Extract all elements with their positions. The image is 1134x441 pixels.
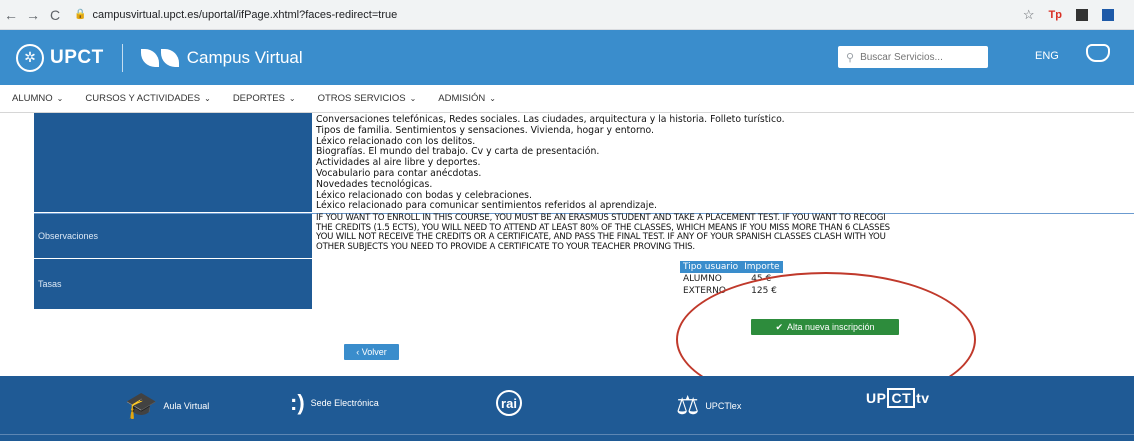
menu-item-cursos[interactable]: CURSOS Y ACTIVIDADES ⌄: [85, 93, 210, 104]
search-box[interactable]: ⚲: [838, 46, 988, 68]
app-title[interactable]: Campus Virtual: [187, 48, 303, 68]
reload-icon[interactable]: C: [44, 7, 66, 23]
upct-logo-icon[interactable]: ✲: [16, 43, 44, 72]
site-footer: 🎓 Aula Virtual :) Sede Electrónica rai ⚖…: [0, 376, 1134, 441]
content-line: Novedades tecnológicas.: [316, 178, 433, 190]
chevron-down-icon: ⌄: [288, 94, 296, 103]
menu-item-alumno[interactable]: ALUMNO ⌄: [12, 93, 63, 104]
fee-user-type: ALUMNO: [683, 274, 722, 284]
search-icon: ⚲: [846, 51, 855, 64]
crai-logo-icon: rai: [496, 390, 522, 416]
upcttv-logo: UP CT tv: [866, 388, 930, 408]
footer-link-sede[interactable]: :) Sede Electrónica: [290, 390, 379, 416]
footer-link-aula-virtual[interactable]: 🎓 Aula Virtual: [125, 390, 209, 421]
chevron-down-icon: ⌄: [56, 94, 64, 103]
footer-link-upcttv[interactable]: UP CT tv: [866, 388, 930, 408]
chevron-down-icon: ⌄: [204, 94, 211, 103]
fees-header-type: Tipo usuario: [680, 261, 742, 273]
url-text: campusvirtual.upct.es/uportal/ifPage.xht…: [92, 8, 398, 21]
chevron-down-icon: ⌄: [489, 94, 496, 103]
observaciones-label: Observaciones: [34, 214, 312, 258]
contents-label-cell: [34, 113, 312, 212]
details-row-tasas: Tasas Tipo usuario Importe ALUMNO 45 € E…: [34, 259, 1134, 309]
header-divider: [121, 43, 123, 72]
content-line: Vocabulario para contar anécdotas.: [316, 167, 482, 179]
user-account-icon[interactable]: [1086, 44, 1110, 62]
footer-link-crai[interactable]: rai: [496, 390, 522, 416]
browser-toolbar: ← → C 🔒 campusvirtual.upct.es/uportal/if…: [0, 0, 1134, 30]
forward-arrow-icon[interactable]: →: [22, 7, 44, 23]
bookmark-star-icon[interactable]: ☆: [1023, 7, 1035, 23]
details-row-observaciones: Observaciones IF YOU WANT TO ENROLL IN T…: [34, 213, 1134, 258]
sede-smile-icon: :): [290, 390, 305, 415]
fees-header-row: Tipo usuario Importe: [680, 261, 783, 273]
upct-logo-text[interactable]: UPCT: [50, 47, 104, 69]
extension-icon[interactable]: Tp: [1049, 9, 1062, 21]
main-menu: ALUMNO ⌄ CURSOS Y ACTIVIDADES ⌄ DEPORTES ⌄ …: [0, 85, 1134, 113]
footer-divider: [0, 434, 1134, 435]
search-input[interactable]: [860, 51, 971, 63]
graduation-cap-icon: 🎓: [125, 390, 158, 420]
back-arrow-icon[interactable]: ←: [0, 7, 22, 23]
extension-blue-icon[interactable]: [1102, 8, 1114, 21]
tasas-label: Tasas: [34, 259, 312, 309]
chevron-down-icon: ⌄: [409, 94, 417, 103]
campus-virtual-logo-icon: [140, 48, 179, 67]
fees-header-amount: Importe: [741, 261, 783, 273]
observation-line: OTHER SUBJECTS YOU NEED TO PROVIDE A CER…: [316, 241, 695, 252]
language-switch[interactable]: ENG: [1035, 50, 1059, 62]
menu-item-otros-servicios[interactable]: OTROS SERVICIOS ⌄: [318, 93, 417, 104]
contents-value: Conversaciones telefónicas, Redes social…: [316, 113, 1134, 212]
scales-icon: ⚖: [676, 390, 700, 420]
site-header: ✲ UPCT Campus Virtual ⚲ ENG: [0, 30, 1134, 85]
footer-link-upctlex[interactable]: ⚖ UPCTlex: [676, 390, 741, 421]
extension-dark-icon[interactable]: [1076, 8, 1088, 21]
content-line: Tipos de familia. Sentimientos y sensaci…: [316, 124, 654, 136]
lock-icon: 🔒: [74, 9, 87, 20]
content-line: Léxico relacionado para comunicar sentim…: [316, 200, 658, 212]
details-row-contents: Conversaciones telefónicas, Redes social…: [34, 113, 1134, 212]
menu-item-deportes[interactable]: DEPORTES ⌄: [233, 93, 296, 104]
back-button[interactable]: ‹ Volver: [344, 344, 399, 360]
menu-item-admision[interactable]: ADMISIÓN ⌄: [438, 93, 496, 104]
observaciones-value: IF YOU WANT TO ENROLL IN THIS COURSE, YO…: [316, 213, 1134, 258]
address-bar[interactable]: 🔒 campusvirtual.upct.es/uportal/ifPage.x…: [74, 4, 974, 26]
